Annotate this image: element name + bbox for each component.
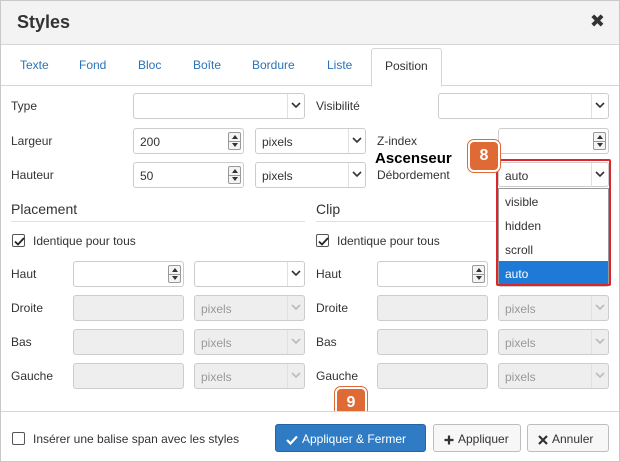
clip-right-label: Droite <box>316 301 349 315</box>
clip-left-stepper <box>377 363 488 389</box>
visibility-select[interactable] <box>438 93 609 119</box>
width-label: Largeur <box>11 134 53 148</box>
close-icon[interactable]: ✖ <box>590 11 605 32</box>
width-stepper[interactable]: 200 <box>133 128 244 154</box>
clip-right-unit-select: pixels <box>498 295 609 321</box>
check-icon <box>286 435 298 446</box>
stepper-arrows-icon[interactable] <box>228 166 241 184</box>
step-badge-8: 8 <box>468 140 500 172</box>
zindex-label: Z-index <box>377 134 418 148</box>
height-stepper[interactable]: 50 <box>133 162 244 188</box>
zindex-stepper[interactable] <box>498 128 609 154</box>
placement-bottom-stepper <box>73 329 184 355</box>
clip-bottom-unit-select: pixels <box>498 329 609 355</box>
close-icon <box>538 435 548 445</box>
tab-texte[interactable]: Texte <box>20 58 49 72</box>
chevron-down-icon <box>287 330 304 354</box>
clip-bottom-label: Bas <box>316 335 337 349</box>
chevron-down-icon <box>348 163 365 187</box>
stepper-arrows-icon[interactable] <box>168 265 181 283</box>
tab-liste[interactable]: Liste <box>327 58 352 72</box>
cancel-button[interactable]: Annuler <box>527 424 609 452</box>
type-select[interactable] <box>133 93 305 119</box>
placement-divider <box>11 221 305 222</box>
apply-button[interactable]: Appliquer <box>433 424 521 452</box>
clip-bottom-stepper <box>377 329 488 355</box>
placement-bottom-label: Bas <box>11 335 32 349</box>
placement-top-stepper[interactable] <box>73 261 184 287</box>
clip-left-unit-select: pixels <box>498 363 609 389</box>
tab-bordure[interactable]: Bordure <box>252 58 295 72</box>
overflow-dropdown-list: visible hidden scroll auto <box>498 188 609 285</box>
overflow-option-hidden[interactable]: hidden <box>499 213 608 237</box>
chevron-down-icon <box>591 94 608 118</box>
clip-same-checkbox[interactable] <box>316 234 329 247</box>
clip-same-label: Identique pour tous <box>337 234 440 248</box>
dialog-titlebar: Styles ✖ <box>1 1 619 45</box>
plus-icon <box>444 435 454 445</box>
placement-right-stepper <box>73 295 184 321</box>
height-label: Hauteur <box>11 168 54 182</box>
checkmark-icon <box>14 237 25 246</box>
height-unit-select[interactable]: pixels <box>255 162 366 188</box>
tab-fond[interactable]: Fond <box>79 58 106 72</box>
checkmark-icon <box>318 237 329 246</box>
overflow-label: Débordement <box>377 168 450 182</box>
overflow-option-scroll[interactable]: scroll <box>499 237 608 261</box>
stepper-arrows-icon[interactable] <box>472 265 485 283</box>
overflow-select[interactable]: auto <box>498 162 609 187</box>
clip-top-label: Haut <box>316 267 342 281</box>
chevron-down-icon <box>287 94 304 118</box>
clip-right-stepper <box>377 295 488 321</box>
tab-bar: Texte Fond Bloc Boîte Bordure Liste Posi… <box>1 46 619 87</box>
width-unit-select[interactable]: pixels <box>255 128 366 154</box>
stepper-arrows-icon[interactable] <box>593 132 606 150</box>
chevron-down-icon <box>591 163 608 187</box>
placement-same-checkbox[interactable] <box>12 234 25 247</box>
tab-bloc[interactable]: Bloc <box>138 58 161 72</box>
placement-top-unit-select[interactable] <box>194 261 305 287</box>
dialog-footer: Insérer une balise span avec les styles … <box>1 411 619 461</box>
placement-left-stepper <box>73 363 184 389</box>
type-label: Type <box>11 99 38 113</box>
span-tag-label: Insérer une balise span avec les styles <box>33 432 240 446</box>
clip-left-label: Gauche <box>316 369 359 383</box>
placement-section-title: Placement <box>11 201 78 217</box>
placement-same-label: Identique pour tous <box>33 234 136 248</box>
clip-section-title: Clip <box>316 201 341 217</box>
tab-boite[interactable]: Boîte <box>193 58 221 72</box>
tab-position[interactable]: Position <box>371 48 442 87</box>
placement-bottom-unit-select: pixels <box>194 329 305 355</box>
chevron-down-icon <box>287 364 304 388</box>
placement-right-unit-select: pixels <box>194 295 305 321</box>
overflow-option-visible[interactable]: visible <box>499 189 608 213</box>
chevron-down-icon <box>591 330 608 354</box>
placement-left-unit-select: pixels <box>194 363 305 389</box>
apply-close-button[interactable]: Appliquer & Fermer <box>275 424 426 452</box>
placement-right-label: Droite <box>11 301 44 315</box>
chevron-down-icon <box>348 129 365 153</box>
styles-dialog: Styles ✖ Texte Fond Bloc Boîte Bordure L… <box>0 0 620 462</box>
placement-left-label: Gauche <box>11 369 54 383</box>
visibility-label: Visibilité <box>316 99 360 113</box>
overflow-option-auto[interactable]: auto <box>499 261 608 285</box>
chevron-down-icon <box>591 296 608 320</box>
chevron-down-icon <box>287 262 304 286</box>
clip-top-stepper[interactable] <box>377 261 488 287</box>
stepper-arrows-icon[interactable] <box>228 132 241 150</box>
callout-label: Ascenseur <box>375 150 452 167</box>
chevron-down-icon <box>591 364 608 388</box>
dialog-title: Styles <box>17 12 71 32</box>
span-tag-checkbox[interactable] <box>12 432 25 445</box>
chevron-down-icon <box>287 296 304 320</box>
placement-top-label: Haut <box>11 267 37 281</box>
